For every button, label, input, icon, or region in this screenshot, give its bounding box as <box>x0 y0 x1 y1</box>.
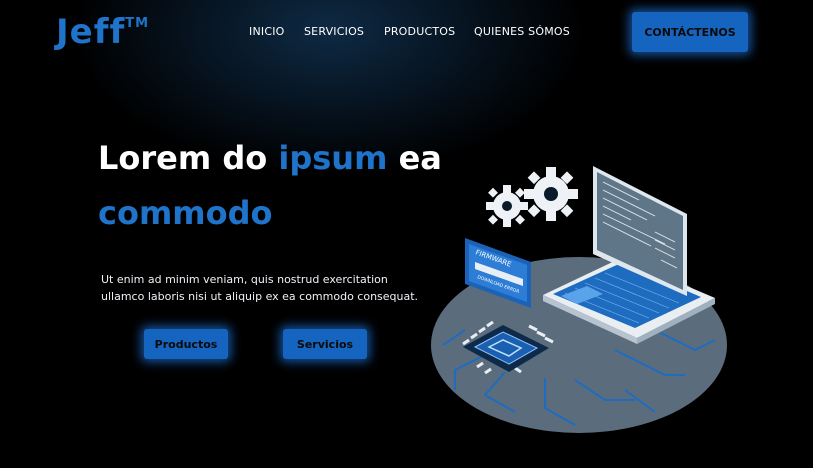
brand-logo[interactable]: JeffTM <box>56 12 149 52</box>
nav-productos[interactable]: PRODUCTOS <box>384 25 455 38</box>
hero-title-part1: Lorem do <box>98 139 279 177</box>
brand-name: Jeff <box>56 12 126 52</box>
gear-icon-small <box>486 185 528 227</box>
trademark-mark: TM <box>125 15 150 31</box>
hero-description: Ut enim ad minim veniam, quis nostrud ex… <box>101 273 419 303</box>
productos-button[interactable]: Productos <box>144 329 228 359</box>
hero-title: Lorem do ipsum ea commodo <box>98 131 442 241</box>
hero-title-accent1: ipsum <box>278 139 388 177</box>
servicios-button[interactable]: Servicios <box>283 329 367 359</box>
hero-title-accent2: commodo <box>98 194 273 232</box>
laptop-illustration: FIRMWARE DOWNLOAD ERROR <box>431 166 727 433</box>
contact-button[interactable]: CONTÁCTENOS <box>632 12 748 52</box>
nav-quienes-somos[interactable]: QUIENES SÓMOS <box>474 25 570 38</box>
nav-inicio[interactable]: INICIO <box>249 25 285 38</box>
gear-icon-large <box>524 167 578 221</box>
nav-servicios[interactable]: SERVICIOS <box>304 25 364 38</box>
